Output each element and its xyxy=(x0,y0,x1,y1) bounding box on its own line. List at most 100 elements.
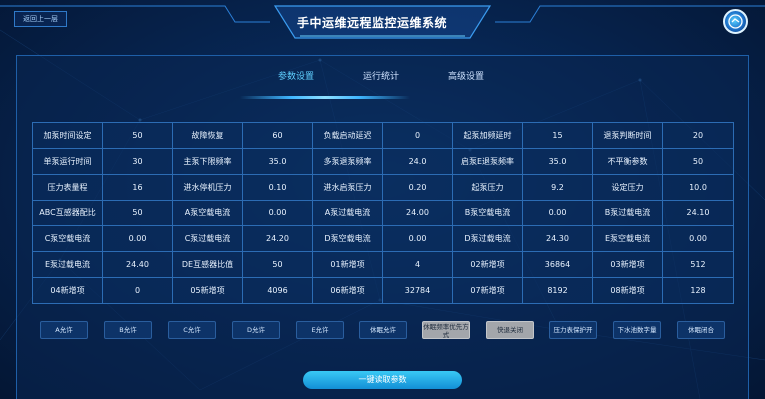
read-parameters-button[interactable]: 一键读取参数 xyxy=(303,371,462,389)
param-label: D泵空载电流 xyxy=(312,225,383,253)
control-button[interactable]: 休眠闭合 xyxy=(677,321,725,339)
param-value-field[interactable]: 50 xyxy=(242,251,313,279)
param-value-field[interactable]: 15 xyxy=(522,122,593,149)
param-value-field[interactable]: 0.00 xyxy=(522,199,593,227)
param-value-field[interactable]: 0 xyxy=(382,122,453,149)
table-row: 单泵运行时间 30 主泵下限频率 35.0 多泵退泵频率 24.0 启泵E退泵频率 35.0 不… xyxy=(32,147,734,175)
top-header: 返回上一层 手中运维远程监控运维系统 xyxy=(0,0,765,42)
control-button[interactable]: B允许 xyxy=(104,321,152,339)
param-label: 单泵运行时间 xyxy=(32,147,103,175)
tab-advanced-settings[interactable]: 高级设置 xyxy=(448,66,484,88)
param-value-field[interactable]: 20 xyxy=(662,122,734,149)
param-value-field[interactable]: 10.0 xyxy=(662,173,734,201)
param-label: 08新增项 xyxy=(592,277,663,304)
param-value-field[interactable]: 24.20 xyxy=(242,225,313,253)
param-label: C泵过载电流 xyxy=(172,225,243,253)
param-value-field[interactable]: 16 xyxy=(102,173,173,201)
param-value-field[interactable]: 128 xyxy=(662,277,734,304)
param-label: 05新增项 xyxy=(172,277,243,304)
param-label: 01新增项 xyxy=(312,251,383,279)
logo-icon[interactable] xyxy=(723,9,748,34)
param-label: 启泵E退泵频率 xyxy=(452,147,523,175)
param-value-field[interactable]: 0.00 xyxy=(242,199,313,227)
param-value-field[interactable]: 35.0 xyxy=(522,147,593,175)
param-label: 03新增项 xyxy=(592,251,663,279)
param-value-field[interactable]: 0.20 xyxy=(382,173,453,201)
tab-bar: 参数设置 运行统计 高级设置 xyxy=(16,66,749,88)
param-label: 04新增项 xyxy=(32,277,103,304)
control-button[interactable]: 休眠频率优先方式 xyxy=(422,321,470,339)
param-label: 进水停机压力 xyxy=(172,173,243,201)
param-label: 压力表量程 xyxy=(32,173,103,201)
param-label: A泵过载电流 xyxy=(312,199,383,227)
param-label: 进水启泵压力 xyxy=(312,173,383,201)
control-button[interactable]: C允许 xyxy=(168,321,216,339)
control-button-row: A允许 B允许 C允许 D允许 E允许 休眠允许 休眠频率优先方式 快退关闭 压力表保护开 下水池… xyxy=(0,321,765,341)
tab-run-statistics[interactable]: 运行统计 xyxy=(363,66,399,88)
param-value-field[interactable]: 50 xyxy=(102,122,173,149)
param-label: B泵空载电流 xyxy=(452,199,523,227)
control-button[interactable]: D允许 xyxy=(232,321,280,339)
table-row: ABC互感器配比 50 A泵空载电流 0.00 A泵过载电流 24.00 B泵空载电流 0.0… xyxy=(32,199,734,227)
param-label: D泵过载电流 xyxy=(452,225,523,253)
param-value-field[interactable]: 4096 xyxy=(242,277,313,304)
param-label: 起泵压力 xyxy=(452,173,523,201)
control-button[interactable]: 快退关闭 xyxy=(486,321,534,339)
table-row: 加泵时间设定 50 故障恢复 60 负载启动延迟 0 起泵加频延时 15 退泵判断时间 20 xyxy=(32,122,734,149)
param-label: 07新增项 xyxy=(452,277,523,304)
param-label: 起泵加频延时 xyxy=(452,122,523,149)
param-label: 退泵判断时间 xyxy=(592,122,663,149)
param-label: 故障恢复 xyxy=(172,122,243,149)
param-value-field[interactable]: 24.10 xyxy=(662,199,734,227)
param-value-field[interactable]: 512 xyxy=(662,251,734,279)
table-row: 压力表量程 16 进水停机压力 0.10 进水启泵压力 0.20 起泵压力 9.2 设定压力 10… xyxy=(32,173,734,201)
tab-parameter-settings[interactable]: 参数设置 xyxy=(278,66,314,88)
param-value-field[interactable]: 50 xyxy=(102,199,173,227)
param-label: C泵空载电流 xyxy=(32,225,103,253)
param-label: 设定压力 xyxy=(592,173,663,201)
param-label: DE互感器比值 xyxy=(172,251,243,279)
back-button[interactable]: 返回上一层 xyxy=(14,11,67,27)
param-label: 加泵时间设定 xyxy=(32,122,103,149)
control-button[interactable]: 压力表保护开 xyxy=(549,321,597,339)
param-value-field[interactable]: 0.00 xyxy=(102,225,173,253)
param-value-field[interactable]: 9.2 xyxy=(522,173,593,201)
param-label: E泵过载电流 xyxy=(32,251,103,279)
param-value-field[interactable]: 8192 xyxy=(522,277,593,304)
param-value-field[interactable]: 60 xyxy=(242,122,313,149)
param-value-field[interactable]: 24.0 xyxy=(382,147,453,175)
param-value-field[interactable]: 50 xyxy=(662,147,734,175)
table-row: E泵过载电流 24.40 DE互感器比值 50 01新增项 4 02新增项 36864 03新增… xyxy=(32,251,734,279)
param-value-field[interactable]: 4 xyxy=(382,251,453,279)
parameter-table: 加泵时间设定 50 故障恢复 60 负载启动延迟 0 起泵加频延时 15 退泵判断时间 20 单泵运… xyxy=(32,122,734,304)
param-value-field[interactable]: 0.10 xyxy=(242,173,313,201)
param-value-field[interactable]: 0 xyxy=(102,277,173,304)
control-button[interactable]: A允许 xyxy=(40,321,88,339)
param-value-field[interactable]: 24.40 xyxy=(102,251,173,279)
param-label: 多泵退泵频率 xyxy=(312,147,383,175)
param-label: ABC互感器配比 xyxy=(32,199,103,227)
param-value-field[interactable]: 32784 xyxy=(382,277,453,304)
param-value-field[interactable]: 0.00 xyxy=(662,225,734,253)
table-row: 04新增项 0 05新增项 4096 06新增项 32784 07新增项 8192 08新增项 1… xyxy=(32,277,734,304)
active-tab-indicator xyxy=(240,96,410,99)
param-label: 06新增项 xyxy=(312,277,383,304)
table-row: C泵空载电流 0.00 C泵过载电流 24.20 D泵空载电流 0.00 D泵过载电流 24.… xyxy=(32,225,734,253)
param-label: 02新增项 xyxy=(452,251,523,279)
page-title: 手中运维远程监控运维系统 xyxy=(296,16,447,30)
param-label: 负载启动延迟 xyxy=(312,122,383,149)
param-label: B泵过载电流 xyxy=(592,199,663,227)
control-button[interactable]: 休眠允许 xyxy=(359,321,407,339)
logo-glyph-icon xyxy=(728,14,743,29)
param-value-field[interactable]: 36864 xyxy=(522,251,593,279)
param-value-field[interactable]: 0.00 xyxy=(382,225,453,253)
param-label: 不平衡参数 xyxy=(592,147,663,175)
control-button[interactable]: 下水池数字量 xyxy=(613,321,661,339)
param-value-field[interactable]: 24.00 xyxy=(382,199,453,227)
control-button[interactable]: E允许 xyxy=(296,321,344,339)
param-label: E泵空载电流 xyxy=(592,225,663,253)
param-value-field[interactable]: 24.30 xyxy=(522,225,593,253)
param-value-field[interactable]: 35.0 xyxy=(242,147,313,175)
param-label: A泵空载电流 xyxy=(172,199,243,227)
param-value-field[interactable]: 30 xyxy=(102,147,173,175)
